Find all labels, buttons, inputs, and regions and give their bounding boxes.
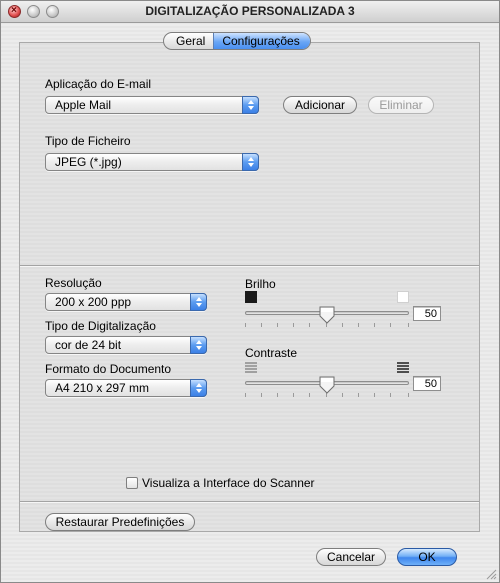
cancel-button[interactable]: Cancelar (316, 548, 386, 566)
dialog-window: × DIGITALIZAÇÃO PERSONALIZADA 3 Geral Co… (0, 0, 500, 583)
contrast-high-icon (397, 362, 409, 373)
scanner-interface-label[interactable]: Visualiza a Interface do Scanner (142, 476, 315, 490)
scanner-interface-checkbox[interactable] (126, 477, 138, 489)
email-app-value: Apple Mail (55, 98, 112, 112)
tab-configuracoes[interactable]: Configurações (213, 33, 310, 49)
resize-grip-icon[interactable] (486, 569, 497, 580)
popup-arrows-icon (242, 96, 259, 114)
add-button[interactable]: Adicionar (283, 96, 357, 114)
scan-type-select[interactable]: cor de 24 bit (45, 336, 207, 354)
ok-button[interactable]: OK (397, 548, 457, 566)
bottom-divider (20, 501, 479, 503)
file-type-value: JPEG (*.jpg) (55, 155, 122, 169)
brightness-slider-thumb[interactable] (319, 306, 335, 324)
brightness-label: Brilho (245, 277, 276, 291)
popup-arrows-icon (190, 293, 207, 311)
document-size-label: Formato do Documento (45, 362, 172, 376)
popup-arrows-icon (242, 153, 259, 171)
restore-defaults-button[interactable]: Restaurar Predefinições (45, 513, 195, 531)
contrast-label: Contraste (245, 346, 298, 360)
resolution-label: Resolução (45, 276, 102, 290)
file-type-select[interactable]: JPEG (*.jpg) (45, 153, 259, 171)
brightness-dark-icon (245, 291, 257, 303)
brightness-value[interactable]: 50 (413, 306, 441, 321)
title-bar: × DIGITALIZAÇÃO PERSONALIZADA 3 (1, 1, 499, 23)
brightness-light-icon (397, 291, 409, 303)
document-size-select[interactable]: A4 210 x 297 mm (45, 379, 207, 397)
remove-button[interactable]: Eliminar (368, 96, 434, 114)
contrast-value[interactable]: 50 (413, 376, 441, 391)
document-size-value: A4 210 x 297 mm (55, 381, 150, 395)
file-type-label: Tipo de Ficheiro (45, 134, 131, 148)
scan-type-label: Tipo de Digitalização (45, 319, 156, 333)
scan-type-value: cor de 24 bit (55, 338, 122, 352)
window-title: DIGITALIZAÇÃO PERSONALIZADA 3 (145, 4, 355, 18)
contrast-low-icon (245, 362, 257, 373)
tab-geral[interactable]: Geral (164, 33, 213, 49)
email-app-label: Aplicação do E-mail (45, 77, 152, 91)
popup-arrows-icon (190, 379, 207, 397)
email-app-select[interactable]: Apple Mail (45, 96, 259, 114)
contrast-slider-thumb[interactable] (319, 376, 335, 394)
resolution-select[interactable]: 200 x 200 ppp (45, 293, 207, 311)
resolution-value: 200 x 200 ppp (55, 295, 132, 309)
popup-arrows-icon (190, 336, 207, 354)
section-divider (20, 265, 479, 267)
tab-bar: Geral Configurações (163, 32, 311, 50)
